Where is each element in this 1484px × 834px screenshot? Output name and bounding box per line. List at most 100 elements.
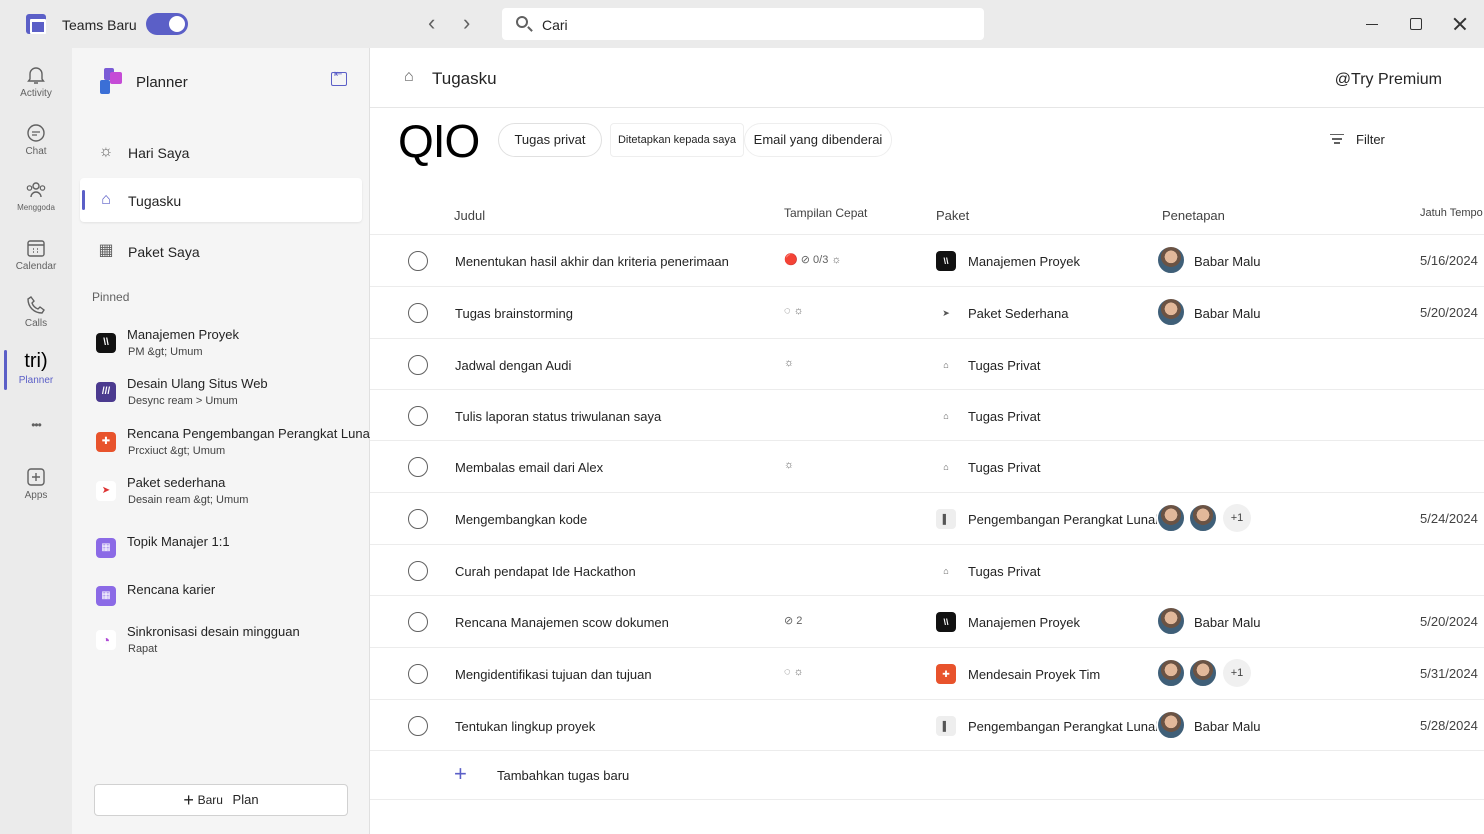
due-date[interactable]: 5/20/2024 xyxy=(1420,614,1478,629)
complete-task-checkbox[interactable] xyxy=(408,716,428,736)
task-plan-name[interactable]: Tugas Privat xyxy=(968,409,1041,424)
new-teams-toggle[interactable] xyxy=(146,13,188,35)
task-row[interactable]: Curah pendapat Ide Hackathon ⌂ Tugas Priva… xyxy=(370,544,1484,596)
task-plan-name[interactable]: Mendesain Proyek Tim xyxy=(968,667,1100,682)
task-title[interactable]: Tentukan lingkup proyek xyxy=(455,719,595,734)
task-plan-name[interactable]: Tugas Privat xyxy=(968,460,1041,475)
task-plan-name[interactable]: Pengembangan Perangkat Lunak xyxy=(968,512,1162,527)
close-button[interactable] xyxy=(1446,10,1474,38)
minimize-button[interactable] xyxy=(1358,10,1386,38)
filter-button[interactable]: Filter xyxy=(1330,132,1385,147)
back-button[interactable]: ‹ xyxy=(428,12,435,34)
add-task-row[interactable]: + Tambahkan tugas baru xyxy=(370,750,1484,800)
rail-apps[interactable]: Apps xyxy=(0,458,72,514)
pinned-plan-name: Rencana Pengembangan Perangkat Lunak xyxy=(127,426,377,441)
task-title[interactable]: Tulis laporan status triwulanan saya xyxy=(455,409,661,424)
quick-view-indicators: ⊘ 2 xyxy=(784,615,803,627)
complete-task-checkbox[interactable] xyxy=(408,457,428,477)
column-header-due[interactable]: Jatuh Tempo xyxy=(1420,207,1483,219)
try-premium-link[interactable]: @Try Premium xyxy=(1335,71,1442,89)
avatar[interactable] xyxy=(1156,503,1186,533)
filter-pill-flagged[interactable]: Email yang dibenderai xyxy=(744,123,892,157)
due-date[interactable]: 5/16/2024 xyxy=(1420,253,1478,268)
task-plan-name[interactable]: Manajemen Proyek xyxy=(968,254,1080,269)
more-assignees-badge[interactable]: +1 xyxy=(1223,504,1251,532)
task-row[interactable]: Rencana Manajemen scow dokumen ⊘ 2 \\ Manaj… xyxy=(370,595,1484,647)
column-header-title[interactable]: Judul xyxy=(454,208,485,223)
task-title[interactable]: Membalas email dari Alex xyxy=(455,460,603,475)
due-date[interactable]: 5/20/2024 xyxy=(1420,305,1478,320)
task-row[interactable]: Jadwal dengan Audi ☼ ⌂ Tugas Privat xyxy=(370,338,1484,390)
search-input[interactable]: Cari xyxy=(502,8,984,40)
pinned-plan[interactable]: ◔ Sinkronisasi desain mingguan Rapat xyxy=(96,624,376,664)
complete-task-checkbox[interactable] xyxy=(408,509,428,529)
more-assignees-badge[interactable]: +1 xyxy=(1223,659,1251,687)
avatar[interactable] xyxy=(1156,658,1186,688)
nav-my-day[interactable]: ☼ Hari Saya xyxy=(80,130,362,174)
nav-my-plans[interactable]: ▦ Paket Saya xyxy=(80,229,362,273)
pinned-plan[interactable]: ▦ Topik Manajer 1:1 xyxy=(96,532,376,572)
rail-more[interactable]: ••• xyxy=(0,410,72,442)
avatar[interactable] xyxy=(1156,297,1186,327)
task-plan-name[interactable]: Manajemen Proyek xyxy=(968,615,1080,630)
pinned-plan[interactable]: /// Desain Ulang Situs Web Desync ream >… xyxy=(96,376,376,416)
rail-teams[interactable]: Menggoda xyxy=(0,171,72,227)
pinned-plan[interactable]: ✚ Rencana Pengembangan Perangkat Lunak P… xyxy=(96,426,376,466)
collapse-sidebar-icon[interactable] xyxy=(331,69,347,86)
task-title[interactable]: Jadwal dengan Audi xyxy=(455,358,571,373)
avatar[interactable] xyxy=(1156,606,1186,636)
plan-logo-icon: \\ xyxy=(96,333,116,353)
column-header-plan[interactable]: Paket xyxy=(936,208,969,223)
avatar[interactable] xyxy=(1188,658,1218,688)
new-plan-button[interactable]: + Baru Plan xyxy=(94,784,348,816)
task-title[interactable]: Rencana Manajemen scow dokumen xyxy=(455,615,669,630)
task-plan-name[interactable]: Pengembangan Perangkat Lunak xyxy=(968,719,1162,734)
filter-pill-assigned[interactable]: Ditetapkan kepada saya xyxy=(610,123,744,157)
complete-task-checkbox[interactable] xyxy=(408,355,428,375)
task-row[interactable]: Tentukan lingkup proyek ▌ Pengembangan Per… xyxy=(370,699,1484,751)
avatar[interactable] xyxy=(1156,245,1186,275)
plan-logo-icon: /// xyxy=(96,382,116,402)
task-plan-name[interactable]: Tugas Privat xyxy=(968,358,1041,373)
task-title[interactable]: Tugas brainstorming xyxy=(455,306,573,321)
column-header-assign[interactable]: Penetapan xyxy=(1162,208,1225,223)
task-row[interactable]: Tugas brainstorming ◌ ☼ ➤ Paket Sederhana Ba… xyxy=(370,286,1484,338)
task-row[interactable]: Tulis laporan status triwulanan saya ⌂ Tug… xyxy=(370,389,1484,441)
task-title[interactable]: Mengembangkan kode xyxy=(455,512,587,527)
nav-my-tasks[interactable]: ⌂ Tugasku xyxy=(80,178,362,222)
rail-planner[interactable]: tri) Planner xyxy=(0,344,72,400)
task-row[interactable]: Membalas email dari Alex ☼ ⌂ Tugas Privat xyxy=(370,440,1484,492)
task-plan-name[interactable]: Tugas Privat xyxy=(968,564,1041,579)
complete-task-checkbox[interactable] xyxy=(408,406,428,426)
task-plan-name[interactable]: Paket Sederhana xyxy=(968,306,1068,321)
filter-pill-private[interactable]: Tugas privat xyxy=(498,123,602,157)
filter-label: Filter xyxy=(1356,132,1385,147)
avatar[interactable] xyxy=(1188,503,1218,533)
maximize-button[interactable] xyxy=(1402,10,1430,38)
complete-task-checkbox[interactable] xyxy=(408,612,428,632)
due-date[interactable]: 5/31/2024 xyxy=(1420,666,1478,681)
pinned-plan[interactable]: ▦ Rencana karier xyxy=(96,580,376,620)
rail-activity[interactable]: Activity xyxy=(0,56,72,112)
pinned-plan[interactable]: ➤ Paket sederhana Desain ream &gt; Umum xyxy=(96,475,376,515)
task-row[interactable]: Menentukan hasil akhir dan kriteria pene… xyxy=(370,234,1484,286)
task-title[interactable]: Mengidentifikasi tujuan dan tujuan xyxy=(455,667,652,682)
complete-task-checkbox[interactable] xyxy=(408,251,428,271)
avatar[interactable] xyxy=(1156,710,1186,740)
due-date[interactable]: 5/24/2024 xyxy=(1420,511,1478,526)
rail-calls[interactable]: Calls xyxy=(0,286,72,342)
complete-task-checkbox[interactable] xyxy=(408,561,428,581)
rail-chat[interactable]: Chat xyxy=(0,114,72,170)
task-row[interactable]: Mengidentifikasi tujuan dan tujuan ◌ ☼ ✚ Me… xyxy=(370,647,1484,699)
task-row[interactable]: Mengembangkan kode ▌ Pengembangan Perangka… xyxy=(370,492,1484,544)
complete-task-checkbox[interactable] xyxy=(408,664,428,684)
complete-task-checkbox[interactable] xyxy=(408,303,428,323)
column-header-quick[interactable]: Tampilan Cepat xyxy=(784,206,867,220)
forward-button[interactable]: › xyxy=(463,12,470,34)
plan-logo-icon: ◔ xyxy=(96,630,116,650)
rail-calendar[interactable]: Calendar xyxy=(0,229,72,285)
task-title[interactable]: Curah pendapat Ide Hackathon xyxy=(455,564,636,579)
task-title[interactable]: Menentukan hasil akhir dan kriteria pene… xyxy=(455,254,729,269)
pinned-plan[interactable]: \\ Manajemen Proyek PM &gt; Umum xyxy=(96,327,376,367)
due-date[interactable]: 5/28/2024 xyxy=(1420,718,1478,733)
